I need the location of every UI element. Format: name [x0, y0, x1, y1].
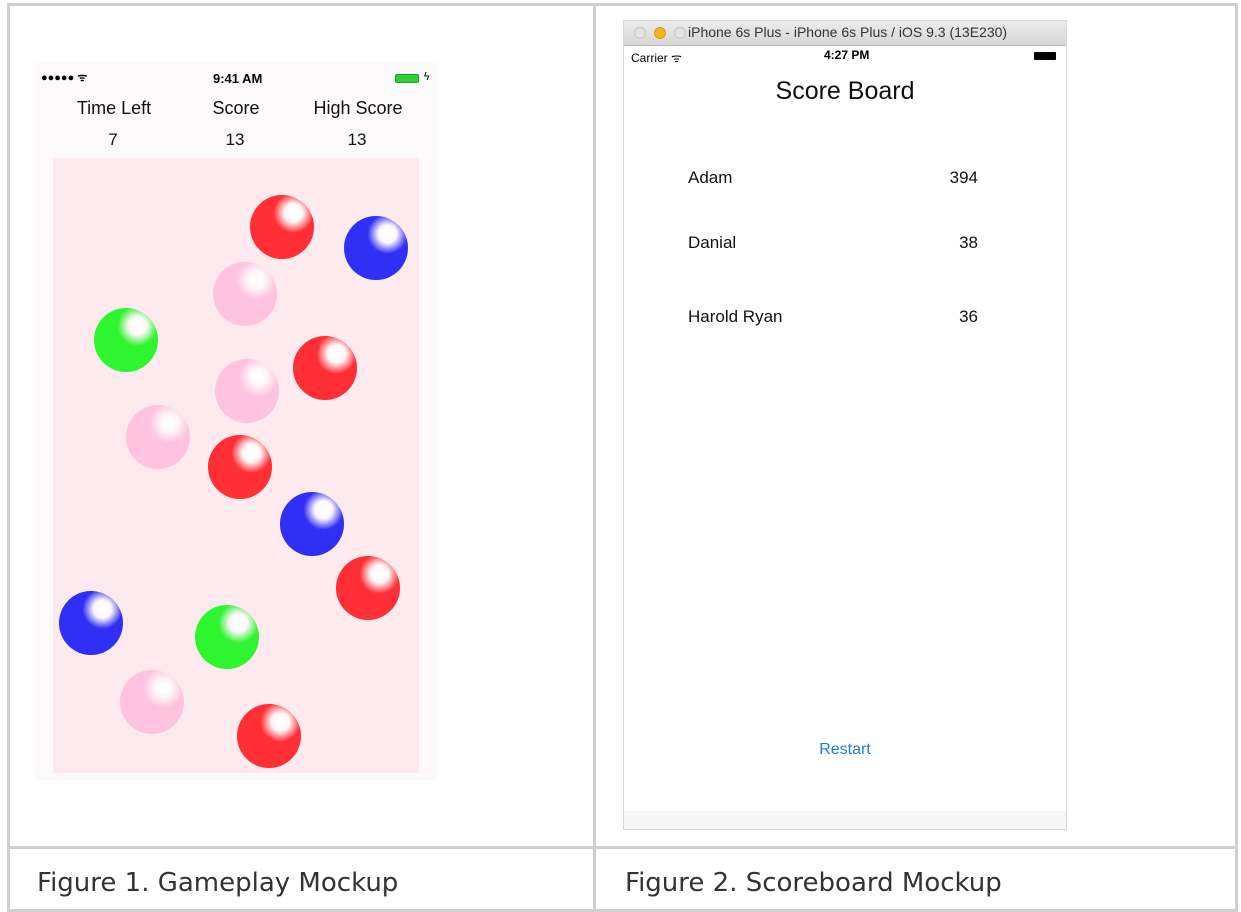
table-border-left	[7, 3, 10, 912]
battery-icon	[1034, 52, 1056, 60]
blue-ball[interactable]	[280, 492, 344, 556]
minimize-window-icon[interactable]	[654, 27, 666, 39]
green-ball[interactable]	[94, 308, 158, 372]
table-border-middle	[7, 846, 1238, 849]
simulator-window: iPhone 6s Plus - iPhone 6s Plus / iOS 9.…	[623, 20, 1067, 830]
player-name: Danial	[688, 233, 737, 252]
close-window-icon[interactable]	[634, 27, 646, 39]
zoom-window-icon[interactable]	[674, 27, 686, 39]
pink-ball[interactable]	[120, 670, 184, 734]
pink-ball[interactable]	[126, 405, 190, 469]
score-value: 13	[225, 130, 245, 149]
charging-bolt-icon: ϟ	[423, 70, 431, 83]
game-board[interactable]	[53, 158, 419, 773]
simulator-bottom-bar	[624, 811, 1066, 829]
player-score: 394	[949, 168, 978, 187]
table-border-right	[1235, 3, 1238, 912]
time-left-label: Time Left	[76, 98, 152, 118]
red-ball[interactable]	[293, 336, 357, 400]
scoreboard-title: Score Board	[775, 77, 915, 105]
carrier-wifi-status: Carrier ᯤ	[631, 51, 682, 65]
figure2-caption: Figure 2. Scoreboard Mockup	[625, 868, 1002, 898]
red-ball[interactable]	[208, 435, 272, 499]
high-score-value: 13	[347, 130, 367, 149]
player-score: 36	[959, 307, 978, 326]
red-ball[interactable]	[336, 556, 400, 620]
battery-icon	[395, 74, 419, 83]
table-border-center	[593, 3, 596, 912]
high-score-label: High Score	[313, 98, 403, 118]
red-ball[interactable]	[237, 704, 301, 768]
blue-ball[interactable]	[344, 216, 408, 280]
blue-ball[interactable]	[59, 591, 123, 655]
player-score: 38	[959, 233, 978, 252]
simulator-window-title: iPhone 6s Plus - iPhone 6s Plus / iOS 9.…	[688, 24, 1008, 40]
pink-ball[interactable]	[215, 359, 279, 423]
gameplay-screen: ●●●●● ᯤ 9:41 AM ϟ Time Left Score High S…	[35, 62, 437, 780]
player-name: Harold Ryan	[688, 307, 783, 326]
table-border-top	[7, 3, 1238, 6]
green-ball[interactable]	[195, 605, 259, 669]
score-label: Score	[212, 98, 260, 118]
restart-button[interactable]: Restart	[624, 741, 1066, 759]
pink-ball[interactable]	[213, 262, 277, 326]
simulator-status-time: 4:27 PM	[824, 48, 870, 62]
figure1-caption: Figure 1. Gameplay Mockup	[37, 868, 399, 898]
signal-wifi-status: ●●●●● ᯤ	[41, 72, 88, 84]
time-left-value: 7	[108, 130, 118, 149]
player-name: Adam	[688, 168, 733, 187]
red-ball[interactable]	[250, 195, 314, 259]
simulator-titlebar[interactable]: iPhone 6s Plus - iPhone 6s Plus / iOS 9.…	[624, 21, 1066, 46]
status-time: 9:41 AM	[213, 71, 263, 86]
